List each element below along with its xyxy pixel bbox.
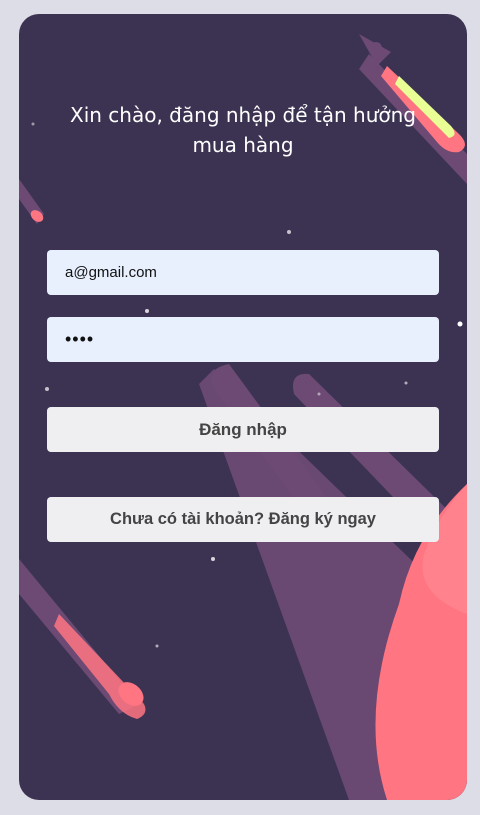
- password-field[interactable]: [47, 317, 439, 362]
- email-field[interactable]: [47, 250, 439, 295]
- login-button[interactable]: Đăng nhập: [47, 407, 439, 452]
- meteor-bottom-left: [19, 559, 146, 719]
- register-button[interactable]: Chưa có tài khoản? Đăng ký ngay: [47, 497, 439, 542]
- meteor-left-small: [19, 179, 44, 224]
- page-title: Xin chào, đăng nhập để tận hưởng mua hàn…: [70, 103, 416, 157]
- login-card: Xin chào, đăng nhập để tận hưởng mua hàn…: [19, 14, 467, 800]
